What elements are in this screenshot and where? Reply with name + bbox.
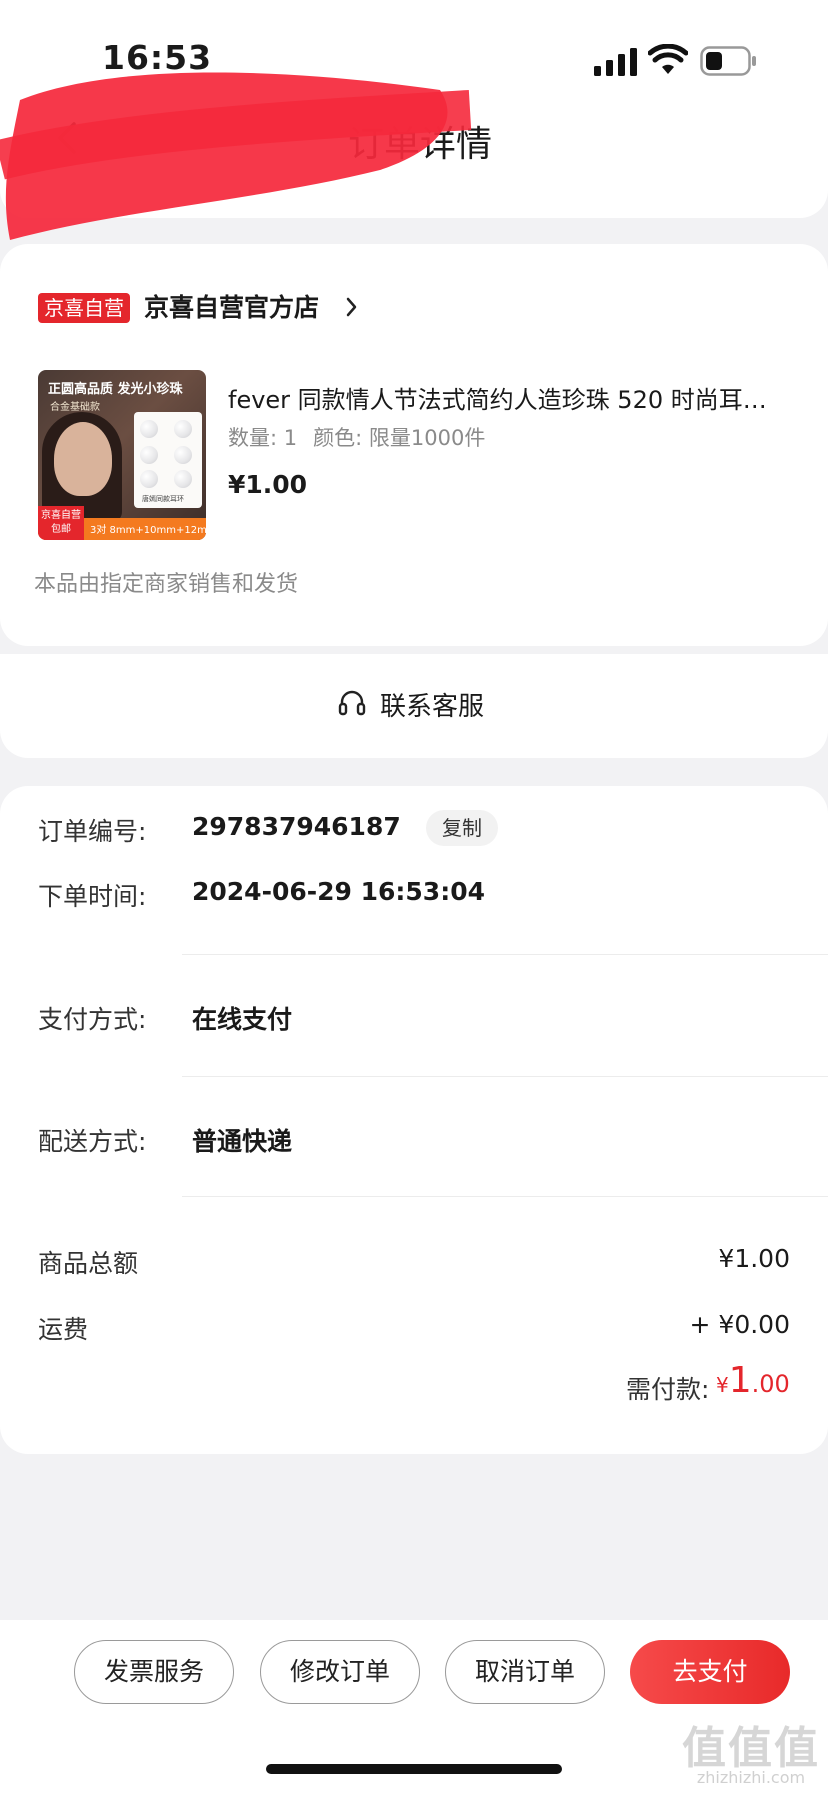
shop-name-link[interactable]: 京喜自营官方店 — [144, 290, 319, 326]
self-operated-badge: 京喜自营 — [38, 293, 130, 323]
shipping-fee: + ¥0.00 — [689, 1310, 790, 1339]
headset-icon[interactable] — [338, 688, 366, 718]
status-time: 16:53 — [102, 38, 213, 77]
product-spec: 数量: 1 颜色: 限量1000件 — [228, 422, 485, 452]
delivery-method-label: 配送方式: — [38, 1127, 147, 1156]
header-bar — [0, 0, 828, 218]
chevron-right-icon[interactable] — [346, 296, 358, 318]
copy-order-number-button[interactable]: 复制 — [426, 810, 498, 846]
payable-amount: ¥1.00 — [716, 1360, 790, 1401]
invoice-service-button[interactable]: 发票服务 — [74, 1640, 234, 1704]
thumb-subline: 合金基础款 — [50, 402, 100, 413]
watermark-url: zhizhizhi.com — [696, 1768, 806, 1787]
pearl-icon — [174, 420, 192, 438]
payment-method-label: 支付方式: — [38, 1005, 147, 1034]
product-price: ¥1.00 — [228, 470, 308, 499]
cancel-order-button[interactable]: 取消订单 — [445, 1640, 605, 1704]
product-color: 颜色: 限量1000件 — [313, 426, 486, 450]
shipping-fee-label: 运费 — [38, 1315, 89, 1344]
pearl-icon — [174, 470, 192, 488]
divider — [182, 954, 828, 955]
divider — [182, 1076, 828, 1077]
page-title: 订单详情 — [347, 124, 492, 165]
watermark-logo: 值值值 — [682, 1723, 820, 1774]
goods-total-label: 商品总额 — [38, 1249, 139, 1278]
pay-button[interactable]: 去支付 — [630, 1640, 790, 1704]
pearl-icon — [174, 446, 192, 464]
cellular-signal-icon — [594, 48, 637, 76]
payment-method: 在线支付 — [192, 1005, 293, 1034]
delivery-method: 普通快递 — [192, 1127, 293, 1156]
goods-total: ¥1.00 — [718, 1244, 790, 1273]
back-arrow-icon[interactable] — [52, 118, 82, 158]
pearl-icon — [140, 470, 158, 488]
battery-icon — [700, 46, 756, 76]
order-number-label: 订单编号: — [38, 817, 147, 846]
pearl-icon — [140, 420, 158, 438]
product-quantity: 数量: 1 — [228, 426, 298, 450]
home-indicator[interactable] — [266, 1764, 562, 1774]
thumb-headline: 正圆高品质 发光小珍珠 — [48, 382, 183, 397]
thumb-model-face — [54, 422, 112, 496]
modify-order-button[interactable]: 修改订单 — [260, 1640, 420, 1704]
order-time-label: 下单时间: — [38, 882, 147, 911]
divider — [182, 1196, 828, 1197]
product-thumbnail[interactable]: 正圆高品质 发光小珍珠 合金基础款 唐嫣同款耳环 3对 8mm+10mm+12m… — [38, 370, 206, 540]
product-title[interactable]: fever 同款情人节法式简约人造珍珠 520 时尚耳… — [228, 380, 788, 415]
thumb-free-shipping-tag: 京喜自营 包邮 — [38, 506, 84, 540]
seller-note: 本品由指定商家销售和发货 — [34, 572, 299, 597]
contact-service-button[interactable]: 联系客服 — [380, 686, 484, 723]
payable-currency: ¥ — [716, 1373, 729, 1397]
pearl-icon — [140, 446, 158, 464]
wifi-icon — [648, 44, 688, 74]
payable-decimal: .00 — [751, 1370, 790, 1398]
order-time: 2024-06-29 16:53:04 — [192, 877, 485, 906]
payable-label: 需付款: — [626, 1375, 710, 1404]
order-number: 297837946187 — [192, 812, 401, 841]
thumb-sizes: 3对 8mm+10mm+12mm — [90, 525, 206, 536]
payable-integer: 1 — [728, 1360, 752, 1401]
thumb-caption: 唐嫣同款耳环 — [142, 495, 184, 503]
